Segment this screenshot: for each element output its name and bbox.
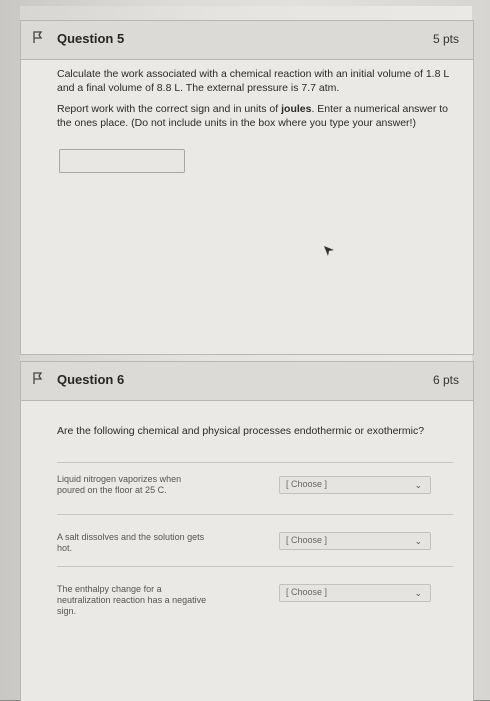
choose-dropdown[interactable]: [ Choose ] ⌄: [279, 584, 431, 602]
question-title: Question 6: [57, 372, 125, 387]
choose-dropdown[interactable]: [ Choose ] ⌄: [279, 532, 431, 550]
cursor-icon: [324, 246, 334, 256]
choose-dropdown[interactable]: [ Choose ] ⌄: [279, 476, 431, 494]
divider: [57, 566, 453, 567]
question-prompt: Are the following chemical and physical …: [57, 425, 425, 437]
dropdown-value: [ Choose ]: [286, 479, 328, 489]
question-5-header: Question 5 5 pts: [21, 21, 473, 60]
question-title: Question 5: [57, 31, 125, 46]
dropdown-value: [ Choose ]: [286, 587, 328, 597]
units-emphasis: joules: [281, 103, 312, 115]
question-paragraph: Report work with the correct sign and in…: [57, 102, 453, 130]
flag-icon[interactable]: [33, 31, 43, 43]
question-6-header: Question 6 6 pts: [21, 362, 473, 401]
chevron-down-icon: ⌄: [414, 480, 422, 490]
answer-input[interactable]: [59, 149, 185, 173]
question-points: 5 pts: [432, 32, 459, 46]
divider: [57, 462, 453, 463]
chevron-down-icon: ⌄: [414, 588, 422, 598]
match-statement: A salt dissolves and the solution gets h…: [57, 532, 205, 553]
chevron-down-icon: ⌄: [414, 536, 422, 546]
question-points: 6 pts: [432, 373, 459, 387]
question-6-card: Question 6 6 pts Are the following chemi…: [20, 361, 474, 701]
instruction-text: Report work with the correct sign and in…: [57, 103, 282, 115]
question-paragraph: Calculate the work associated with a che…: [57, 68, 449, 94]
flag-icon[interactable]: [33, 372, 43, 384]
divider: [57, 514, 453, 515]
match-statement: Liquid nitrogen vaporizes when poured on…: [57, 474, 182, 495]
quiz-page: Question 5 5 pts Calculate the work asso…: [20, 6, 474, 701]
question-text: Calculate the work associated with a che…: [57, 67, 453, 137]
question-5-card: Question 5 5 pts Calculate the work asso…: [20, 20, 474, 355]
match-statement: The enthalpy change for a neutralization…: [57, 584, 207, 616]
dropdown-value: [ Choose ]: [286, 535, 328, 545]
